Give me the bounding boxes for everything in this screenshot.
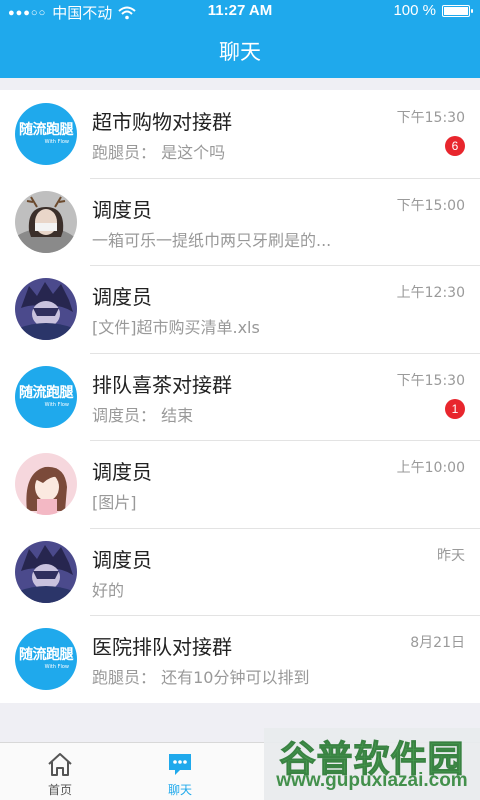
tab-chat[interactable]: 聊天 <box>120 743 240 800</box>
chat-item[interactable]: 随流跑腿 With Flow 超市购物对接群 下午15:30 跑腿员： 是这个吗… <box>0 90 480 178</box>
chat-name: 超市购物对接群 <box>92 110 232 134</box>
home-icon <box>48 753 72 776</box>
tab-label: 首页 <box>47 783 72 797</box>
chat-time: 下午15:30 <box>396 372 465 389</box>
avatar: 随流跑腿 With Flow <box>15 103 77 165</box>
chat-preview: [图片] <box>92 493 137 512</box>
avatar: 随流跑腿 With Flow <box>15 365 77 428</box>
chat-time: 昨天 <box>437 547 465 564</box>
tab-label: 聊天 <box>167 783 192 797</box>
watermark-url: www.gupuxiazai.com <box>276 770 468 791</box>
avatar <box>15 453 77 515</box>
chat-name: 调度员 <box>92 197 152 222</box>
chat-name: 排队喜茶对接群 <box>92 372 232 397</box>
logo-text: 随流跑腿 <box>19 647 74 663</box>
page-title: 聊天 <box>219 40 261 64</box>
chat-name: 调度员 <box>92 460 152 484</box>
logo-subtext: With Flow <box>44 139 69 145</box>
watermark-logo: 谷普软件园 www.gupuxiazai.com <box>264 728 480 800</box>
chat-item[interactable]: 调度员 下午15:00 一箱可乐一提纸巾两只牙刷是的... <box>0 177 480 266</box>
chat-time: 上午10:00 <box>396 460 465 476</box>
anime-girl-avatar-image <box>15 453 77 515</box>
chat-preview: 调度员： 结束 <box>92 405 194 425</box>
chat-item[interactable]: 调度员 昨天 好的 <box>0 527 480 616</box>
chat-item[interactable]: 随流跑腿 With Flow 排队喜茶对接群 下午15:30 调度员： 结束 1 <box>0 352 480 441</box>
chat-item[interactable]: 调度员 上午10:00 [图片] <box>0 440 480 528</box>
logo-subtext: With Flow <box>44 401 69 408</box>
battery-icon <box>442 4 473 17</box>
chat-name: 医院排队对接群 <box>92 635 232 659</box>
chat-time: 上午12:30 <box>396 285 465 301</box>
chat-preview: [文件]超市购买清单.xls <box>92 318 260 337</box>
nav-bar: 聊天 <box>0 24 480 78</box>
chat-preview: 跑腿员： 是这个吗 <box>92 143 226 162</box>
tab-home[interactable]: 首页 <box>0 743 120 800</box>
chat-item[interactable]: 随流跑腿 With Flow 医院排队对接群 8月21日 跑腿员： 还有10分钟… <box>0 615 480 703</box>
avatar <box>15 278 77 340</box>
unread-badge: 1 <box>445 398 465 419</box>
chat-name: 调度员 <box>92 285 152 309</box>
unread-badge: 6 <box>445 136 465 156</box>
logo-subtext: With Flow <box>44 664 69 670</box>
anime-boy-avatar-image <box>15 278 77 340</box>
chat-name: 调度员 <box>92 547 152 572</box>
chat-bubble-icon <box>169 754 191 775</box>
avatar: 随流跑腿 With Flow <box>15 628 77 690</box>
status-right: 100 % <box>393 2 473 19</box>
chat-time: 下午15:30 <box>396 110 465 126</box>
chat-time: 8月21日 <box>410 635 465 651</box>
avatar <box>15 540 77 603</box>
chat-time: 下午15:00 <box>396 197 465 214</box>
chat-preview: 一箱可乐一提纸巾两只牙刷是的... <box>92 230 332 250</box>
logo-text: 随流跑腿 <box>19 122 74 138</box>
battery-percent: 100 % <box>393 2 436 19</box>
chat-item[interactable]: 调度员 上午12:30 [文件]超市购买清单.xls <box>0 265 480 353</box>
logo-text: 随流跑腿 <box>19 384 74 401</box>
status-bar: ●●●○○ 中国不动 11:27 AM 100 % <box>0 0 480 24</box>
anime-boy-avatar-image <box>15 540 77 603</box>
chat-preview: 好的 <box>92 580 125 600</box>
chat-preview: 跑腿员： 还有10分钟可以排到 <box>92 668 310 687</box>
girl-antlers-avatar-image <box>15 190 77 253</box>
chat-list: 随流跑腿 With Flow 超市购物对接群 下午15:30 跑腿员： 是这个吗… <box>0 90 480 703</box>
avatar <box>15 190 77 253</box>
